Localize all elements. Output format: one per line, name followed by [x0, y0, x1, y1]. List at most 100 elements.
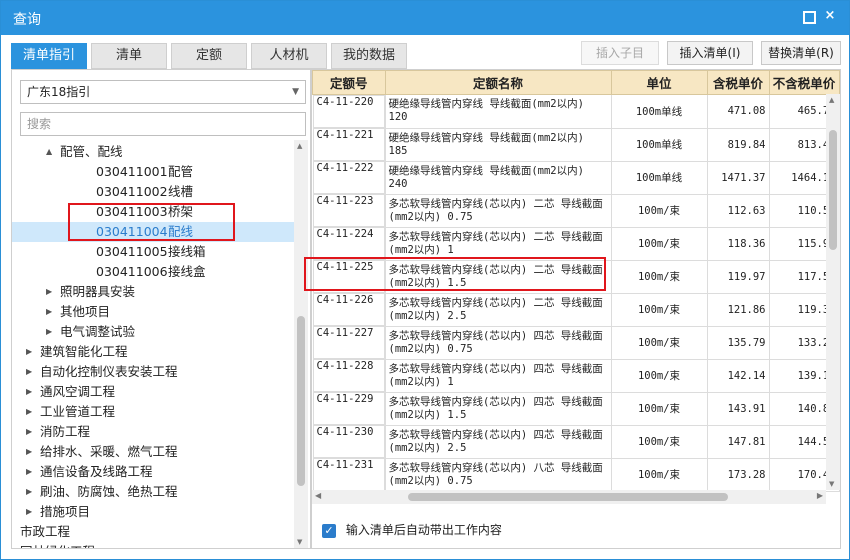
tree-scroll-thumb[interactable]	[297, 316, 305, 486]
table-row[interactable]: C4-11-229 多芯软导线管内穿线(芯以内) 四芯 导线截面(mm2以内) 1…	[312, 391, 840, 426]
tab-labor-material-machine[interactable]: 人材机	[251, 43, 327, 69]
table-row[interactable]: C4-11-231 多芯软导线管内穿线(芯以内) 八芯 导线截面(mm2以内) 0…	[312, 457, 840, 492]
tree-item[interactable]: 030411002线槽	[12, 182, 294, 202]
cell-quota-no[interactable]: C4-11-222	[312, 161, 385, 194]
tree-item[interactable]: ▶ 措施项目	[12, 502, 294, 522]
cell-quota-no[interactable]: C4-11-223	[312, 194, 385, 227]
expand-icon[interactable]: ▶	[26, 462, 36, 482]
table-row[interactable]: C4-11-222 硬绝缘导线管内穿线 导线截面(mm2以内) 240 100m单线…	[312, 160, 840, 195]
expand-icon[interactable]: ▶	[26, 502, 36, 522]
cell-quota-no[interactable]: C4-11-229	[312, 392, 385, 425]
expand-icon[interactable]: ▶	[26, 382, 36, 402]
cell-quota-no[interactable]: C4-11-231	[312, 458, 385, 491]
col-header-quota-no[interactable]: 定额号	[312, 70, 386, 95]
cell-quota-no[interactable]: C4-11-226	[312, 293, 385, 326]
title-bar[interactable]: 查询 ×	[1, 1, 849, 35]
table-row[interactable]: C4-11-220 硬绝缘导线管内穿线 导线截面(mm2以内) 120 100m单线…	[312, 94, 840, 129]
cell-tax-price[interactable]: 142.14	[706, 358, 770, 393]
table-row[interactable]: C4-11-224 多芯软导线管内穿线(芯以内) 二芯 导线截面(mm2以内) 1…	[312, 226, 840, 261]
cell-quota-name[interactable]: 多芯软导线管内穿线(芯以内) 二芯 导线截面(mm2以内) 2.5	[384, 292, 612, 327]
cell-unit[interactable]: 100m/束	[610, 193, 708, 228]
restore-icon[interactable]	[801, 9, 816, 24]
tree-scrollbar[interactable]: ▲ ▼	[294, 140, 308, 548]
cell-unit[interactable]: 100m/束	[610, 259, 708, 294]
expand-icon[interactable]: ▶	[46, 282, 56, 302]
table-hscroll-thumb[interactable]	[408, 493, 728, 501]
expand-icon[interactable]: ▶	[12, 522, 16, 542]
cell-quota-name[interactable]: 多芯软导线管内穿线(芯以内) 二芯 导线截面(mm2以内) 0.75	[384, 193, 612, 228]
cell-tax-price[interactable]: 471.08	[706, 94, 770, 129]
col-header-pretax-price[interactable]: 不含税单价	[768, 70, 840, 95]
chevron-down-icon[interactable]: ▼	[292, 81, 299, 103]
table-row[interactable]: C4-11-228 多芯软导线管内穿线(芯以内) 四芯 导线截面(mm2以内) 1…	[312, 358, 840, 393]
cell-tax-price[interactable]: 819.84	[706, 127, 770, 162]
tab-list-guide[interactable]: 清单指引	[11, 43, 87, 69]
cell-tax-price[interactable]: 118.36	[706, 226, 770, 261]
replace-list-button[interactable]: 替换清单(R)	[761, 41, 841, 65]
tree-item[interactable]: ▶ 通风空调工程	[12, 382, 294, 402]
scroll-down-icon[interactable]: ▼	[297, 538, 302, 546]
insert-list-button[interactable]: 插入清单(I)	[667, 41, 753, 65]
scroll-down-icon[interactable]: ▼	[829, 480, 834, 488]
cell-quota-name[interactable]: 硬绝缘导线管内穿线 导线截面(mm2以内) 185	[384, 127, 612, 162]
tree-item[interactable]: ▶ 市政工程	[12, 522, 294, 542]
col-header-quota-name[interactable]: 定额名称	[384, 70, 612, 95]
table-row[interactable]: C4-11-225 多芯软导线管内穿线(芯以内) 二芯 导线截面(mm2以内) 1…	[312, 259, 840, 294]
table-row[interactable]: C4-11-230 多芯软导线管内穿线(芯以内) 四芯 导线截面(mm2以内) 2…	[312, 424, 840, 459]
cell-quota-name[interactable]: 多芯软导线管内穿线(芯以内) 四芯 导线截面(mm2以内) 1.5	[384, 391, 612, 426]
cell-quota-name[interactable]: 多芯软导线管内穿线(芯以内) 四芯 导线截面(mm2以内) 0.75	[384, 325, 612, 360]
cell-tax-price[interactable]: 121.86	[706, 292, 770, 327]
cell-tax-price[interactable]: 143.91	[706, 391, 770, 426]
cell-unit[interactable]: 100m/束	[610, 457, 708, 492]
expand-icon[interactable]: ▶	[46, 322, 56, 342]
scroll-left-icon[interactable]: ◀	[315, 491, 321, 500]
cell-quota-no[interactable]: C4-11-227	[312, 326, 385, 359]
tree-item[interactable]: ▶ 其他项目	[12, 302, 294, 322]
cell-unit[interactable]: 100m单线	[610, 127, 708, 162]
tree-item[interactable]: ▶ 消防工程	[12, 422, 294, 442]
cell-quota-no[interactable]: C4-11-225	[312, 260, 385, 293]
tree-item[interactable]: ▶ 刷油、防腐蚀、绝热工程	[12, 482, 294, 502]
scroll-up-icon[interactable]: ▲	[297, 142, 302, 150]
expand-icon[interactable]: ▶	[26, 362, 36, 382]
close-icon[interactable]: ×	[823, 9, 837, 23]
cell-quota-no[interactable]: C4-11-230	[312, 425, 385, 458]
table-row[interactable]: C4-11-221 硬绝缘导线管内穿线 导线截面(mm2以内) 185 100m单线…	[312, 127, 840, 162]
cell-tax-price[interactable]: 119.97	[706, 259, 770, 294]
tree-item[interactable]: ▶ 园林绿化工程	[12, 542, 294, 548]
auto-work-content-checkbox[interactable]: ✓	[322, 523, 336, 538]
tree-item[interactable]: ▶ 建筑智能化工程	[12, 342, 294, 362]
cell-quota-name[interactable]: 硬绝缘导线管内穿线 导线截面(mm2以内) 120	[384, 94, 612, 129]
cell-quota-name[interactable]: 硬绝缘导线管内穿线 导线截面(mm2以内) 240	[384, 160, 612, 195]
tree-item[interactable]: ▶ 工业管道工程	[12, 402, 294, 422]
tree-item[interactable]: 030411001配管	[12, 162, 294, 182]
tree-item[interactable]: ▶ 通信设备及线路工程	[12, 462, 294, 482]
cell-quota-name[interactable]: 多芯软导线管内穿线(芯以内) 四芯 导线截面(mm2以内) 2.5	[384, 424, 612, 459]
tree-item[interactable]: 030411005接线箱	[12, 242, 294, 262]
cell-unit[interactable]: 100m/束	[610, 325, 708, 360]
table-row[interactable]: C4-11-227 多芯软导线管内穿线(芯以内) 四芯 导线截面(mm2以内) 0…	[312, 325, 840, 360]
cell-tax-price[interactable]: 112.63	[706, 193, 770, 228]
tree-item[interactable]: ▶ 照明器具安装	[12, 282, 294, 302]
cell-quota-name[interactable]: 多芯软导线管内穿线(芯以内) 八芯 导线截面(mm2以内) 0.75	[384, 457, 612, 492]
expand-icon[interactable]: ▶	[26, 442, 36, 462]
tab-quota[interactable]: 定额	[171, 43, 247, 69]
cell-quota-name[interactable]: 多芯软导线管内穿线(芯以内) 二芯 导线截面(mm2以内) 1.5	[384, 259, 612, 294]
cell-unit[interactable]: 100m/束	[610, 391, 708, 426]
tree-item[interactable]: ▶ 给排水、采暖、燃气工程	[12, 442, 294, 462]
table-row[interactable]: C4-11-226 多芯软导线管内穿线(芯以内) 二芯 导线截面(mm2以内) 2…	[312, 292, 840, 327]
expand-icon[interactable]: ▶	[26, 482, 36, 502]
expand-icon[interactable]: ▶	[46, 302, 56, 322]
expand-icon[interactable]: ▶	[26, 342, 36, 362]
tree-item[interactable]: ▶ 自动化控制仪表安装工程	[12, 362, 294, 382]
tree-item[interactable]: 030411004配线	[12, 222, 294, 242]
table-vscroll-thumb[interactable]	[829, 130, 837, 250]
scroll-right-icon[interactable]: ▶	[817, 491, 823, 500]
collapse-icon[interactable]: ▲	[46, 142, 56, 162]
expand-icon[interactable]: ▶	[12, 542, 16, 548]
cell-quota-name[interactable]: 多芯软导线管内穿线(芯以内) 四芯 导线截面(mm2以内) 1	[384, 358, 612, 393]
cell-tax-price[interactable]: 173.28	[706, 457, 770, 492]
insert-child-button[interactable]: 插入子目	[581, 41, 659, 65]
cell-unit[interactable]: 100m单线	[610, 94, 708, 129]
cell-unit[interactable]: 100m单线	[610, 160, 708, 195]
